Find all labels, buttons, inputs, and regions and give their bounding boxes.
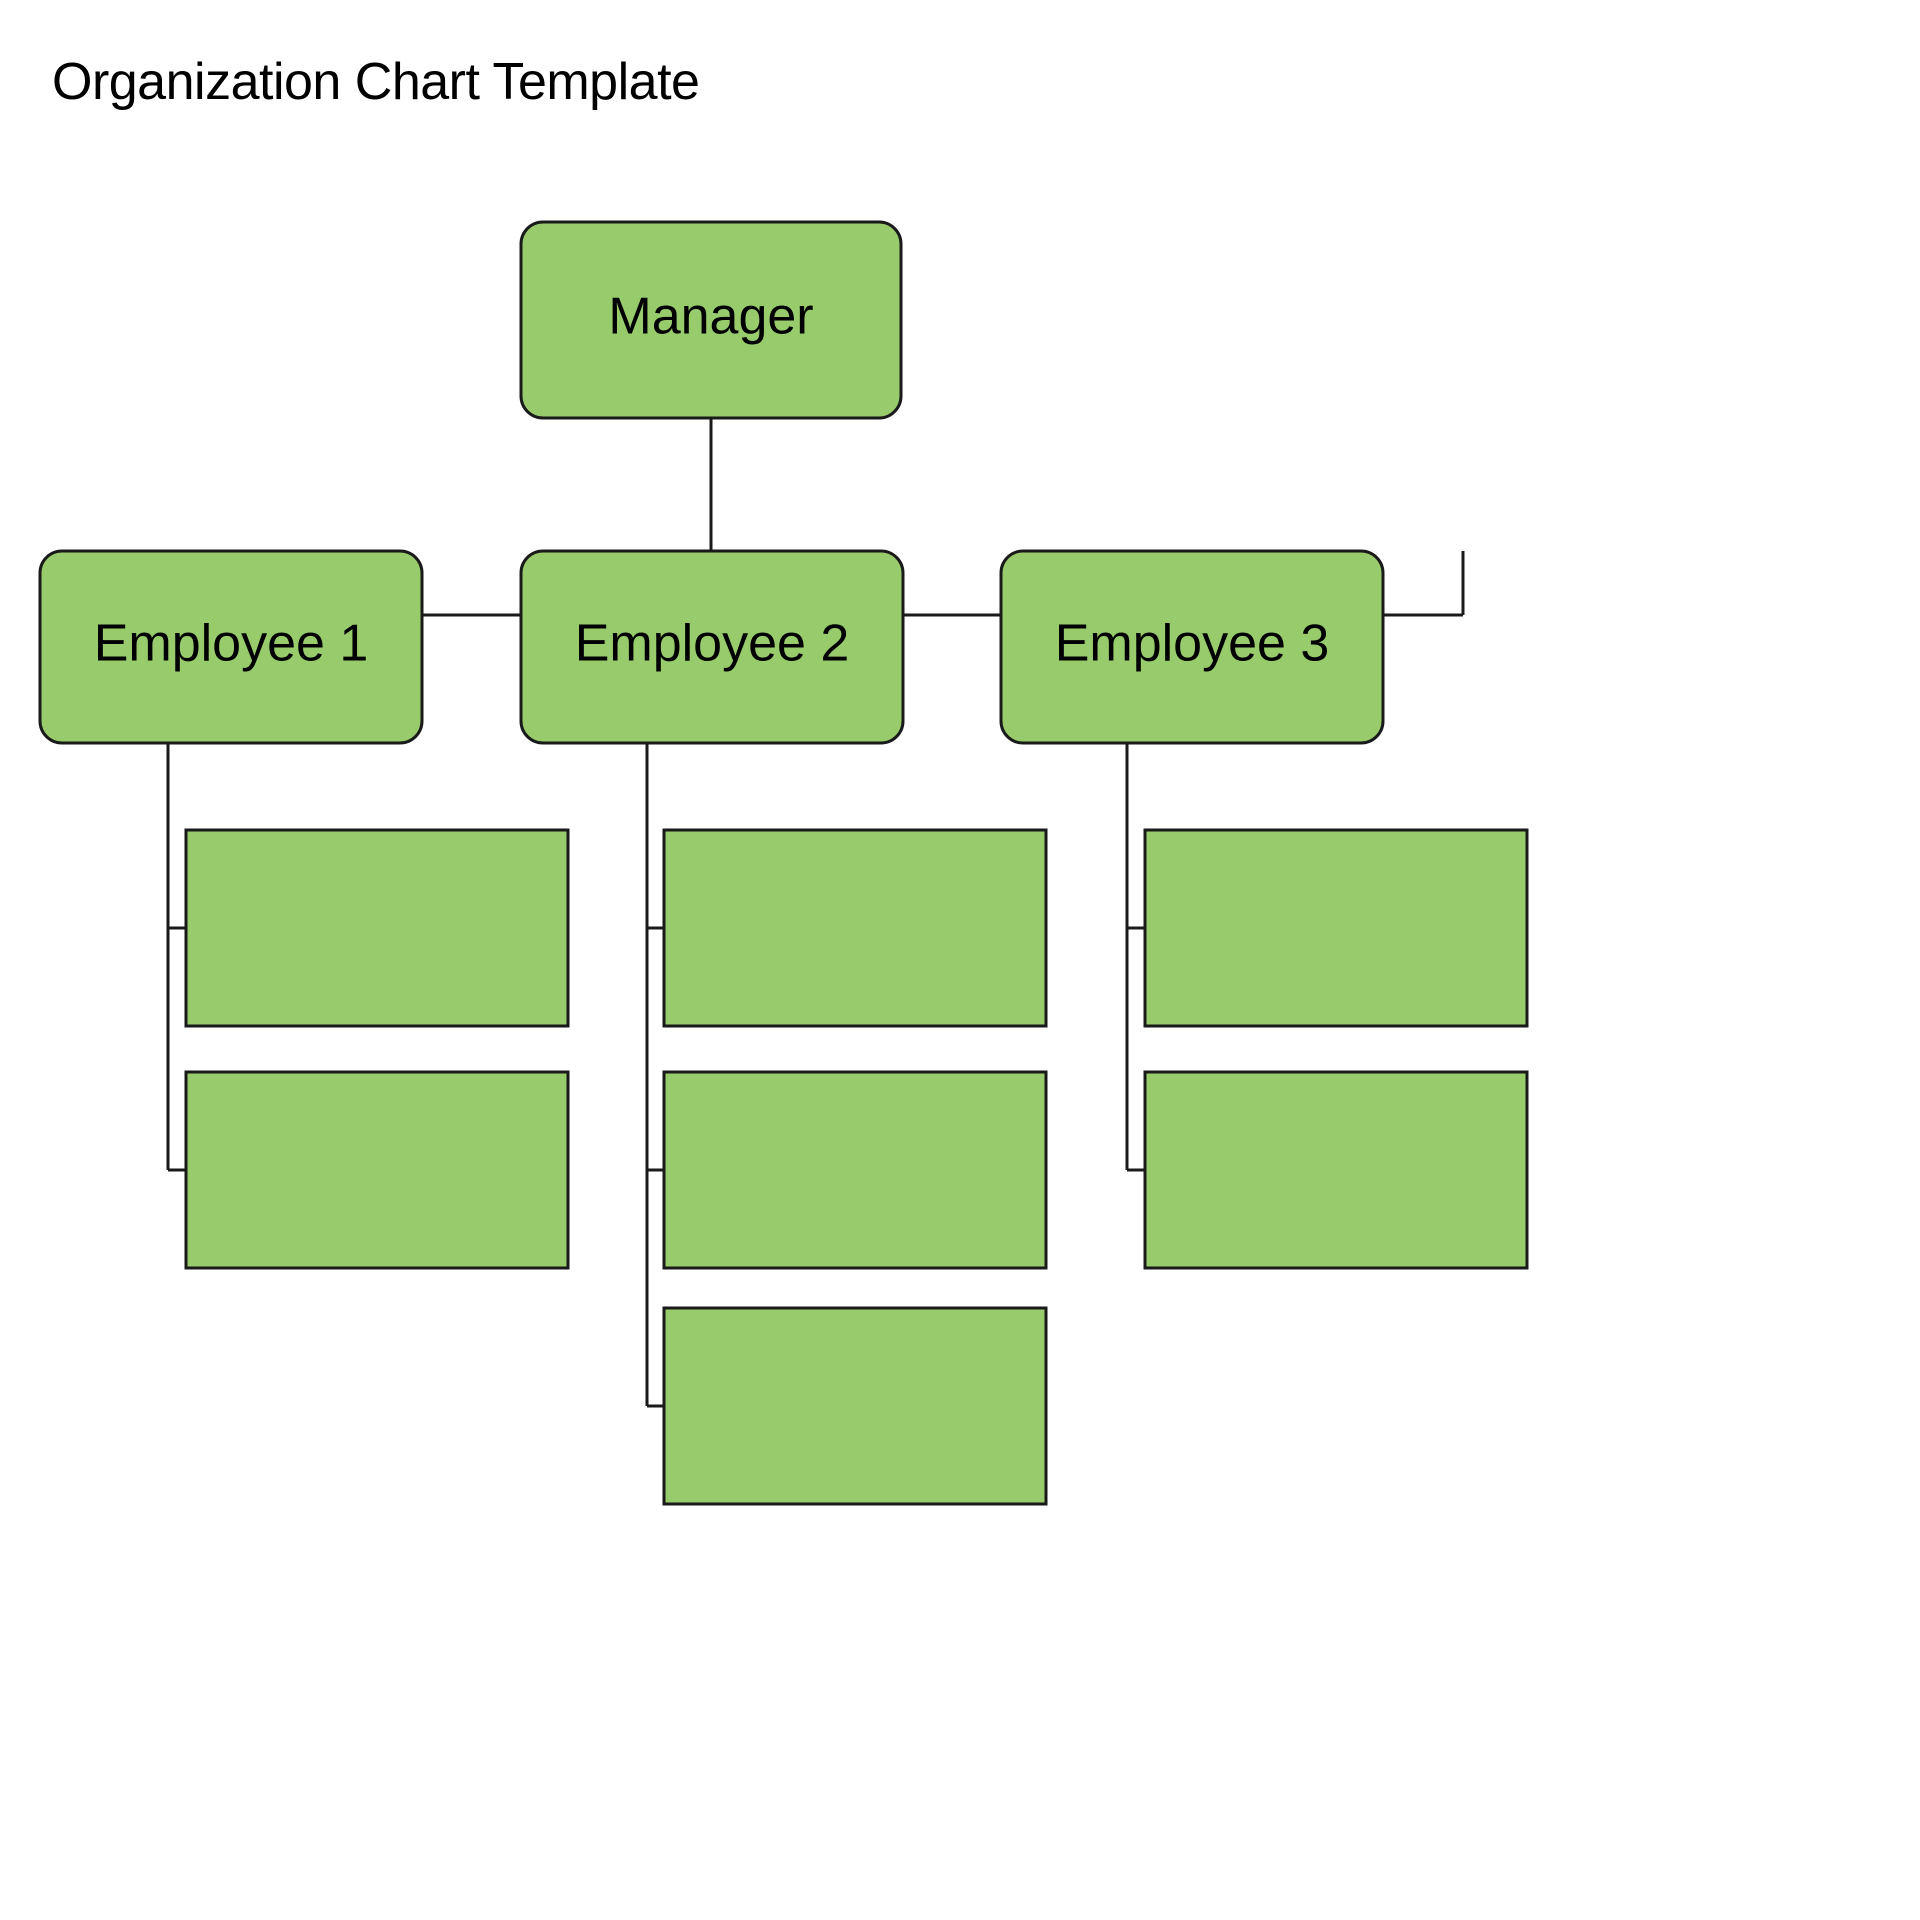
node-e2-sub2[interactable] xyxy=(662,1070,1048,1270)
node-e2-sub1-box[interactable] xyxy=(662,828,1048,1028)
node-e3-sub1[interactable] xyxy=(1143,828,1529,1028)
node-manager[interactable]: Manager xyxy=(519,220,903,420)
node-e1-sub2[interactable] xyxy=(184,1070,570,1270)
node-e2-sub3[interactable] xyxy=(662,1306,1048,1506)
node-e2-sub2-box[interactable] xyxy=(662,1070,1048,1270)
node-e2-sub1[interactable] xyxy=(662,828,1048,1028)
org-chart-svg: Manager Employee 1 Employee 2 Employee 3 xyxy=(38,220,1529,1506)
node-e1-sub1-box[interactable] xyxy=(184,828,570,1028)
org-chart-canvas: Organization Chart Template Manager Empl… xyxy=(0,0,1920,1920)
node-employee1[interactable]: Employee 1 xyxy=(38,549,424,745)
node-employee2[interactable]: Employee 2 xyxy=(519,549,905,745)
node-employee2-label: Employee 2 xyxy=(575,615,850,673)
node-employee3-label: Employee 3 xyxy=(1055,615,1330,673)
node-e3-sub1-box[interactable] xyxy=(1143,828,1529,1028)
node-manager-label: Manager xyxy=(608,288,813,346)
node-e1-sub1[interactable] xyxy=(184,828,570,1028)
node-employee3[interactable]: Employee 3 xyxy=(999,549,1385,745)
node-e3-sub2[interactable] xyxy=(1143,1070,1529,1270)
node-e2-sub3-box[interactable] xyxy=(662,1306,1048,1506)
node-e1-sub2-box[interactable] xyxy=(184,1070,570,1270)
node-employee1-label: Employee 1 xyxy=(94,615,369,673)
node-e3-sub2-box[interactable] xyxy=(1143,1070,1529,1270)
